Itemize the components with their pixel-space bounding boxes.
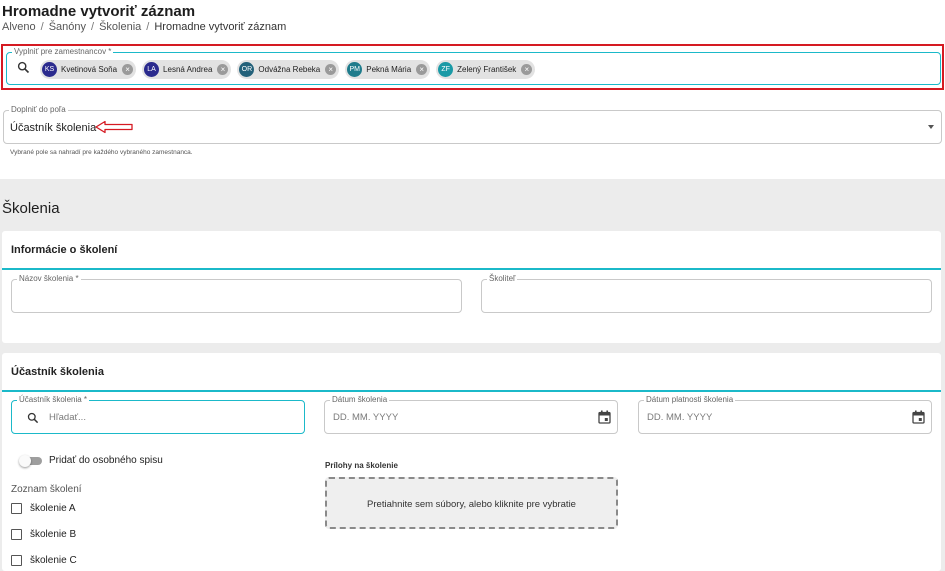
page-title: Hromadne vytvoriť záznam <box>2 3 196 20</box>
calendar-icon[interactable] <box>598 410 611 429</box>
training-b-label: školenie B <box>30 529 77 540</box>
divider <box>2 268 941 270</box>
divider <box>2 390 941 392</box>
training-date-placeholder: DD. MM. YYYY <box>333 412 399 423</box>
breadcrumb-sanony[interactable]: Šanóny <box>49 21 86 33</box>
search-icon <box>17 61 30 79</box>
employee-name: Pekná Mária <box>366 65 412 74</box>
training-checkbox-a[interactable]: školenie A <box>11 503 76 514</box>
training-date-input[interactable]: Dátum školenia DD. MM. YYYY <box>324 394 618 434</box>
trainer-label: Školiteľ <box>487 273 518 285</box>
calendar-icon[interactable] <box>912 410 925 429</box>
fill-field-value: Účastník školenia <box>10 122 97 134</box>
remove-chip-icon[interactable]: × <box>521 64 533 75</box>
employee-name: Odvážna Rebeka <box>258 65 321 74</box>
remove-chip-icon[interactable]: × <box>217 64 229 75</box>
avatar: OR <box>239 62 255 77</box>
training-a-label: školenie A <box>30 503 76 514</box>
remove-chip-icon[interactable]: × <box>416 64 428 75</box>
breadcrumb-current: Hromadne vytvoriť záznam <box>154 21 287 33</box>
avatar: ZF <box>438 62 454 77</box>
employee-name: Zelený František <box>457 65 517 74</box>
breadcrumb: Alveno / Šanóny / Školenia / Hromadne vytvoriť… <box>2 21 287 33</box>
validity-date-label: Dátum platnosti školenia <box>644 394 736 406</box>
validity-date-input[interactable]: Dátum platnosti školenia DD. MM. YYYY <box>638 394 932 434</box>
participant-placeholder: Hľadať... <box>49 412 86 423</box>
avatar: PM <box>347 62 363 77</box>
avatar: LA <box>144 62 160 77</box>
checkbox-icon[interactable] <box>11 555 22 566</box>
employee-name: Lesná Andrea <box>163 65 213 74</box>
section-title: Školenia <box>2 200 60 217</box>
participant-card-title: Účastník školenia <box>11 366 104 378</box>
attachments-label: Prílohy na školenie <box>325 461 398 470</box>
validity-date-placeholder: DD. MM. YYYY <box>647 412 713 423</box>
employee-chips: KS Kvetinová Soňa × LA Lesná Andrea × OR Odvážn… <box>40 60 536 79</box>
fill-field-select[interactable]: Doplniť do poľa Účastník školenia <box>3 104 942 144</box>
red-arrow-annotation <box>94 120 134 139</box>
dropzone-text: Pretiahnite sem súbory, alebo kliknite p… <box>367 499 576 510</box>
remove-chip-icon[interactable]: × <box>325 64 337 75</box>
training-list-title: Zoznam školení <box>11 484 82 495</box>
checkbox-icon[interactable] <box>11 503 22 514</box>
training-date-label: Dátum školenia <box>330 394 390 406</box>
employees-field-label: Vyplniť pre zamestnancov * <box>12 46 114 58</box>
personal-file-toggle[interactable] <box>19 455 43 467</box>
training-c-label: školenie C <box>30 555 77 566</box>
employee-chip[interactable]: LA Lesná Andrea × <box>142 60 232 79</box>
employee-chip[interactable]: PM Pekná Mária × <box>345 60 431 79</box>
trainer-input[interactable]: Školiteľ <box>481 273 932 313</box>
search-icon <box>27 411 39 429</box>
training-name-label: Názov školenia * <box>17 273 81 285</box>
dropdown-caret-icon[interactable] <box>928 125 934 129</box>
breadcrumb-alveno[interactable]: Alveno <box>2 21 36 33</box>
employee-chip[interactable]: KS Kvetinová Soňa × <box>40 60 137 79</box>
training-checkbox-c[interactable]: školenie C <box>11 555 77 566</box>
top-panel: Hromadne vytvoriť záznam Alveno / Šanóny / Š… <box>0 0 945 179</box>
breadcrumb-skolenia[interactable]: Školenia <box>99 21 141 33</box>
training-name-input[interactable]: Názov školenia * <box>11 273 462 313</box>
employee-name: Kvetinová Soňa <box>61 65 118 74</box>
participant-search-input[interactable]: Účastník školenia * Hľadať... <box>11 394 305 434</box>
info-card-title: Informácie o školení <box>11 244 118 256</box>
remove-chip-icon[interactable]: × <box>122 64 134 75</box>
toggle-knob <box>19 455 31 467</box>
checkbox-icon[interactable] <box>11 529 22 540</box>
participant-label: Účastník školenia * <box>17 394 90 406</box>
employee-chip[interactable]: OR Odvážna Rebeka × <box>237 60 340 79</box>
info-card: Informácie o školení Názov školenia * Šk… <box>2 231 941 343</box>
fill-field-label: Doplniť do poľa <box>9 104 68 116</box>
employee-chip[interactable]: ZF Zelený František × <box>436 60 536 79</box>
employees-field[interactable]: Vyplniť pre zamestnancov * KS Kvetinová S… <box>6 46 941 85</box>
personal-file-toggle-label: Pridať do osobného spisu <box>49 455 163 466</box>
avatar: KS <box>42 62 57 77</box>
training-checkbox-b[interactable]: školenie B <box>11 529 76 540</box>
file-dropzone[interactable]: Pretiahnite sem súbory, alebo kliknite p… <box>325 477 618 529</box>
fill-field-helper: Vybrané pole sa nahradí pre každého vybr… <box>10 149 193 156</box>
